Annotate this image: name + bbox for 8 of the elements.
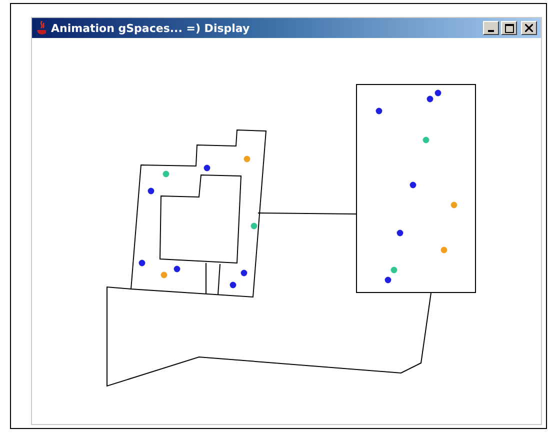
close-icon: [525, 24, 533, 32]
wall-line: [218, 264, 220, 296]
maximize-icon: [504, 24, 514, 32]
maximize-button[interactable]: [501, 21, 517, 35]
window-title: Animation gSpaces... =) Display: [51, 22, 250, 34]
minimize-button[interactable]: [483, 21, 499, 35]
close-button[interactable]: [521, 21, 537, 35]
cup-icon: [36, 20, 48, 36]
